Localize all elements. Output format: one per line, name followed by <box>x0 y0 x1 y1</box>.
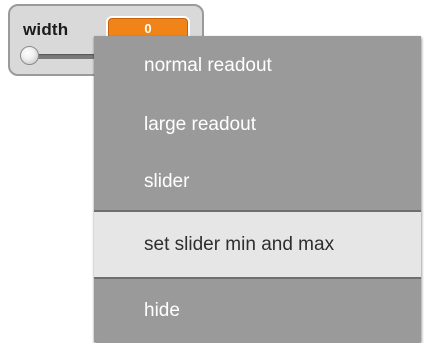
stage: width 0 normal readout large readout sli… <box>0 0 424 343</box>
slider-knob[interactable] <box>20 46 39 65</box>
menu-item-slider[interactable]: slider <box>94 154 421 210</box>
menu-item-set-slider-min-max[interactable]: set slider min and max <box>94 212 421 277</box>
context-menu: normal readout large readout slider set … <box>94 36 421 342</box>
watcher-label: width <box>23 20 69 39</box>
menu-item-label: slider <box>144 171 190 192</box>
menu-item-label: large readout <box>144 114 256 135</box>
menu-item-large-readout[interactable]: large readout <box>94 96 421 154</box>
menu-item-label: hide <box>144 300 180 321</box>
menu-item-label: set slider min and max <box>144 234 335 255</box>
menu-item-normal-readout[interactable]: normal readout <box>94 36 421 96</box>
menu-item-hide[interactable]: hide <box>94 279 421 342</box>
menu-item-label: normal readout <box>144 55 272 76</box>
